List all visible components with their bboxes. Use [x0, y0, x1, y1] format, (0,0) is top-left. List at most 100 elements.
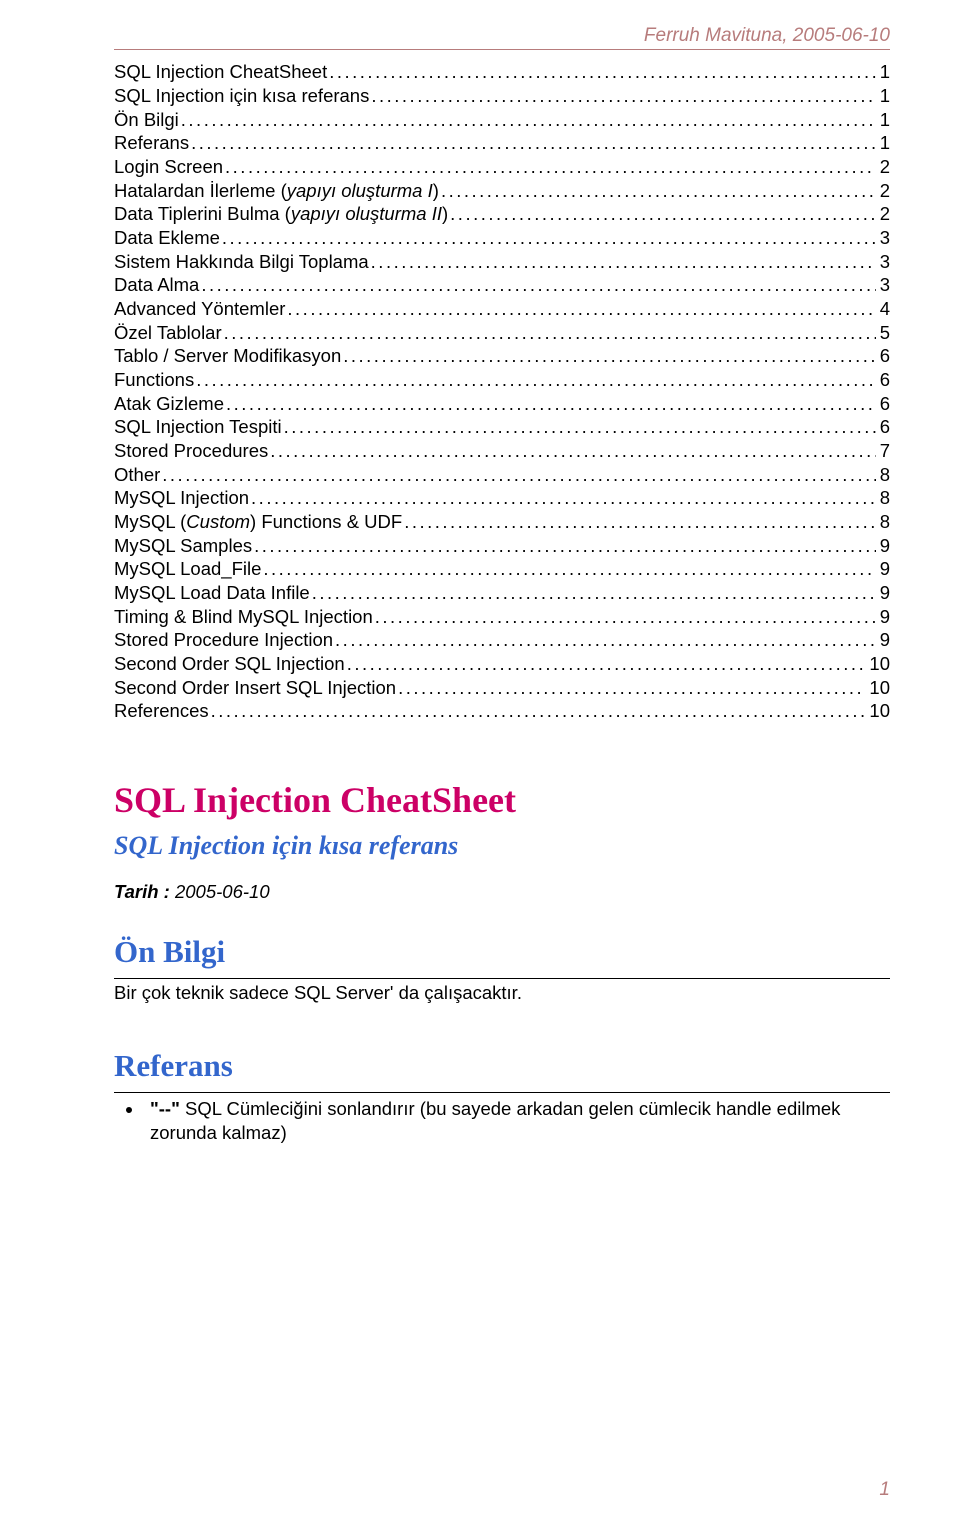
toc-row: MySQL Samples9 — [114, 534, 890, 558]
ref-quote: "--" — [150, 1098, 180, 1119]
toc-row: MySQL Injection 8 — [114, 486, 890, 510]
toc-label: Sistem Hakkında Bilgi Toplama — [114, 250, 369, 274]
toc-row: Data Alma3 — [114, 273, 890, 297]
toc-leader-dots — [199, 273, 875, 297]
toc-row: Hatalardan İlerleme (yapıyı oluşturma I)… — [114, 179, 890, 203]
toc-page-number: 8 — [876, 486, 890, 510]
tarih-line: Tarih : 2005-06-10 — [114, 880, 890, 904]
toc-page-number: 10 — [865, 676, 890, 700]
toc-label: References — [114, 699, 209, 723]
toc-page-number: 10 — [865, 699, 890, 723]
toc-label: SQL Injection Tespiti — [114, 415, 282, 439]
toc-label: Second Order Insert SQL Injection — [114, 676, 396, 700]
toc-row: Ön Bilgi 1 — [114, 108, 890, 132]
toc-page-number: 9 — [876, 628, 890, 652]
toc-label: Özel Tablolar — [114, 321, 222, 345]
tarih-label: Tarih : — [114, 881, 170, 902]
toc-leader-dots — [252, 534, 876, 558]
toc-page-number: 1 — [876, 84, 890, 108]
toc-page-number: 2 — [876, 155, 890, 179]
toc-label: Second Order SQL Injection — [114, 652, 345, 676]
toc-row: MySQL Load_File 9 — [114, 557, 890, 581]
toc-page-number: 9 — [876, 557, 890, 581]
toc-page-number: 9 — [876, 581, 890, 605]
toc-leader-dots — [179, 108, 876, 132]
toc-page-number: 1 — [876, 131, 890, 155]
toc-page-number: 1 — [876, 108, 890, 132]
toc-leader-dots — [223, 155, 876, 179]
page-header: Ferruh Mavituna, 2005-06-10 — [114, 24, 890, 50]
toc-page-number: 3 — [876, 273, 890, 297]
toc-leader-dots — [310, 581, 876, 605]
toc-leader-dots — [448, 202, 876, 226]
toc-row: Data Ekleme 3 — [114, 226, 890, 250]
toc-leader-dots — [333, 628, 876, 652]
header-author: Ferruh Mavituna, 2005-06-10 — [644, 25, 890, 46]
toc-leader-dots — [341, 344, 875, 368]
toc-label: Ön Bilgi — [114, 108, 179, 132]
toc-leader-dots — [160, 463, 875, 487]
toc-row: SQL Injection için kısa referans1 — [114, 84, 890, 108]
toc-row: Second Order SQL Injection 10 — [114, 652, 890, 676]
toc-row: MySQL Load Data Infile9 — [114, 581, 890, 605]
toc-label: Timing & Blind MySQL Injection — [114, 605, 373, 629]
toc-row: Functions 6 — [114, 368, 890, 392]
toc-row: SQL Injection CheatSheet 1 — [114, 60, 890, 84]
toc-leader-dots — [282, 415, 876, 439]
toc-row: Tablo / Server Modifikasyon 6 — [114, 344, 890, 368]
referans-list: "--" SQL Cümleciğini sonlandırır (bu say… — [144, 1097, 890, 1144]
toc-row: Timing & Blind MySQL Injection 9 — [114, 605, 890, 629]
toc-page-number: 3 — [876, 250, 890, 274]
tarih-value: 2005-06-10 — [170, 881, 270, 902]
on-bilgi-body: Bir çok teknik sadece SQL Server' da çal… — [114, 981, 890, 1005]
toc-row: Data Tiplerini Bulma (yapıyı oluşturma I… — [114, 202, 890, 226]
toc-row: Advanced Yöntemler 4 — [114, 297, 890, 321]
toc-row: Login Screen2 — [114, 155, 890, 179]
list-item: "--" SQL Cümleciğini sonlandırır (bu say… — [144, 1097, 890, 1144]
toc-row: References 10 — [114, 699, 890, 723]
toc-page-number: 6 — [876, 344, 890, 368]
toc-page-number: 9 — [876, 605, 890, 629]
toc-leader-dots — [261, 557, 875, 581]
toc-label: Atak Gizleme — [114, 392, 224, 416]
toc-page-number: 10 — [865, 652, 890, 676]
toc-page-number: 5 — [876, 321, 890, 345]
page-number: 1 — [879, 1478, 890, 1502]
toc-row: Referans1 — [114, 131, 890, 155]
toc-row: Atak Gizleme6 — [114, 392, 890, 416]
toc-leader-dots — [268, 439, 875, 463]
toc-page-number: 4 — [876, 297, 890, 321]
toc-label: SQL Injection CheatSheet — [114, 60, 327, 84]
divider — [114, 1092, 890, 1093]
toc-leader-dots — [369, 250, 876, 274]
toc-page-number: 6 — [876, 368, 890, 392]
toc-row: Second Order Insert SQL Injection 10 — [114, 676, 890, 700]
toc-label: Tablo / Server Modifikasyon — [114, 344, 341, 368]
toc-leader-dots — [402, 510, 876, 534]
toc-label: Advanced Yöntemler — [114, 297, 285, 321]
toc-label: Other — [114, 463, 160, 487]
toc-leader-dots — [222, 321, 876, 345]
toc-label: MySQL Load_File — [114, 557, 261, 581]
toc-row: Özel Tablolar 5 — [114, 321, 890, 345]
toc-leader-dots — [224, 392, 876, 416]
toc-page-number: 2 — [876, 179, 890, 203]
toc-leader-dots — [373, 605, 876, 629]
divider — [114, 978, 890, 979]
toc-page-number: 3 — [876, 226, 890, 250]
toc-row: Stored Procedures7 — [114, 439, 890, 463]
toc-row: MySQL (Custom) Functions & UDF8 — [114, 510, 890, 534]
toc-leader-dots — [369, 84, 875, 108]
toc-label: Data Ekleme — [114, 226, 220, 250]
subheading-kisa-referans: SQL Injection için kısa referans — [114, 829, 890, 862]
heading-referans: Referans — [114, 1046, 890, 1086]
toc-label: MySQL (Custom) Functions & UDF — [114, 510, 402, 534]
toc-label: Functions — [114, 368, 194, 392]
toc-leader-dots — [249, 486, 876, 510]
toc-leader-dots — [285, 297, 875, 321]
toc-page-number: 1 — [876, 60, 890, 84]
toc-leader-dots — [396, 676, 865, 700]
toc-label: MySQL Injection — [114, 486, 249, 510]
toc-page-number: 9 — [876, 534, 890, 558]
toc-page-number: 2 — [876, 202, 890, 226]
